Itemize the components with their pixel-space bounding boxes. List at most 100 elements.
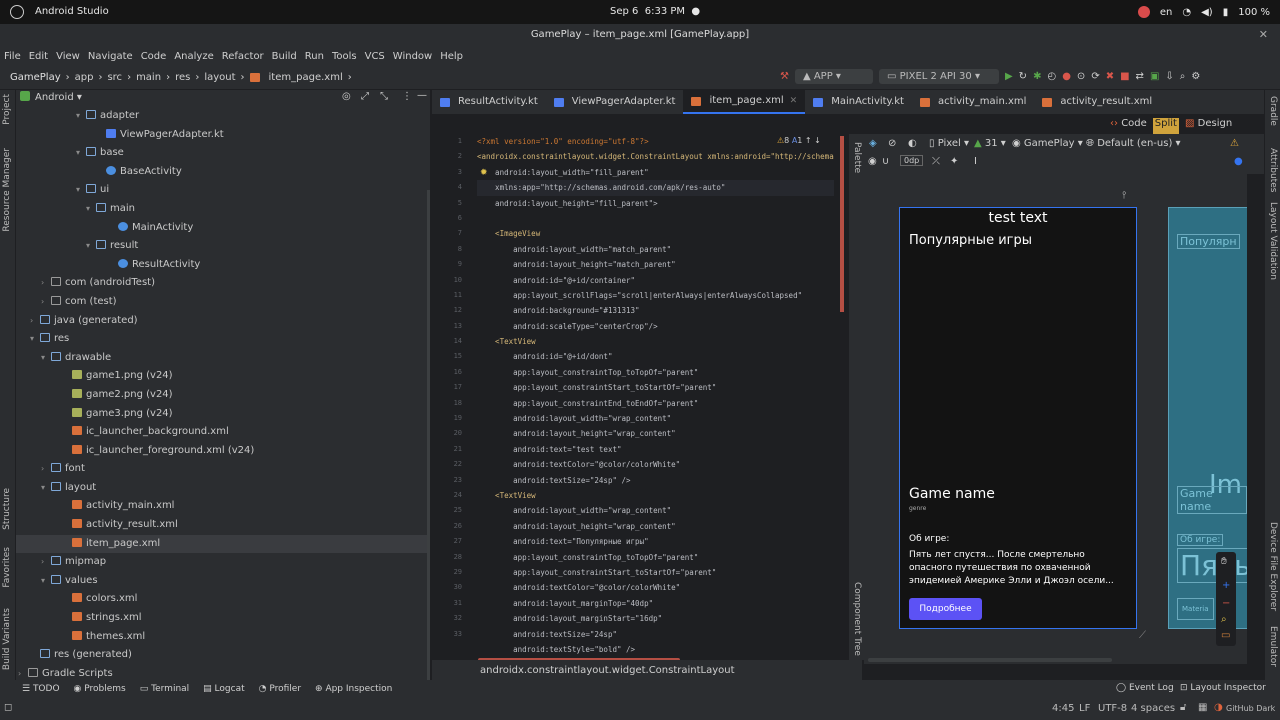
preview-details-button[interactable]: Подробнее: [909, 598, 982, 620]
stop-icon[interactable]: ■: [1120, 71, 1129, 82]
code-line[interactable]: android:layout_height="match_parent": [477, 257, 834, 272]
theme-name[interactable]: GitHub Dark: [1226, 704, 1275, 713]
close-tab-icon[interactable]: ✕: [790, 89, 798, 113]
crumb-app[interactable]: app: [75, 72, 94, 83]
chevron-icon[interactable]: ›: [30, 312, 40, 331]
menu-tools[interactable]: Tools: [332, 51, 357, 62]
menu-refactor[interactable]: Refactor: [222, 51, 264, 62]
tool-attributes[interactable]: Attributes: [1268, 148, 1278, 192]
expand-all-icon[interactable]: ⤢: [361, 91, 369, 102]
code-lines[interactable]: <?xml version="1.0" encoding="utf-8"?> <a…: [477, 134, 834, 657]
code-line[interactable]: android:layout_height="fill_parent">: [477, 196, 834, 211]
status-icon[interactable]: ◻: [4, 702, 12, 713]
crumb-file[interactable]: item_page.xml: [269, 72, 343, 83]
hammer-icon[interactable]: ⚒: [780, 71, 789, 82]
info-icon[interactable]: ●: [1234, 156, 1243, 167]
chevron-icon[interactable]: ▾: [86, 200, 96, 219]
menu-vcs[interactable]: VCS: [365, 51, 385, 62]
preview-game-name[interactable]: Game name: [909, 486, 995, 502]
code-line[interactable]: android:layout_height="wrap_content": [477, 426, 834, 441]
tree-item[interactable]: ▾ base: [16, 144, 430, 163]
tree-item[interactable]: ▾ ui: [16, 181, 430, 200]
tool-layout-validation[interactable]: Layout Validation: [1268, 202, 1278, 280]
magnet-icon[interactable]: ∪: [882, 156, 889, 167]
tool-logcat[interactable]: ▤ Logcat: [203, 684, 244, 694]
line-separator[interactable]: LF: [1079, 703, 1090, 714]
tool-emulator[interactable]: Emulator: [1268, 626, 1278, 667]
split-mode-button[interactable]: Split: [1152, 118, 1179, 134]
chevron-icon[interactable]: ▾: [41, 572, 51, 591]
menu-code[interactable]: Code: [141, 51, 167, 62]
tree-item[interactable]: game1.png (v24): [16, 367, 430, 386]
preview-about-label[interactable]: Об игре:: [909, 534, 949, 544]
chevron-icon[interactable]: ▾: [76, 107, 86, 126]
chevron-icon[interactable]: ▾: [41, 349, 51, 368]
tool-problems[interactable]: ◉ Problems: [74, 684, 126, 694]
code-line[interactable]: android:layout_width="wrap_content": [477, 503, 834, 518]
preview-test-text[interactable]: test text: [900, 210, 1136, 226]
device-dropdown[interactable]: ▭ PIXEL 2 API 30 ▾: [878, 69, 999, 84]
tree-item[interactable]: ▾ drawable: [16, 349, 430, 368]
tree-item[interactable]: ▾ layout: [16, 479, 430, 498]
menu-analyze[interactable]: Analyze: [174, 51, 213, 62]
editor-tab[interactable]: ViewPagerAdapter.kt: [546, 90, 684, 114]
inspection-widget[interactable]: ⚠8 A1 ↑ ↓: [777, 136, 821, 145]
design-h-scrollbar[interactable]: [868, 658, 1112, 662]
phone-preview[interactable]: test text Популярные игры Game name genr…: [899, 207, 1137, 629]
chevron-icon[interactable]: ▾: [41, 479, 51, 498]
code-line[interactable]: android:layout_height="wrap_content": [477, 519, 834, 534]
resize-handle-icon[interactable]: ⟋: [1139, 630, 1146, 641]
profile-icon[interactable]: ◴: [1047, 71, 1056, 82]
zoom-out-icon[interactable]: −: [1222, 598, 1230, 609]
device-selector[interactable]: ▯ Pixel ▾: [929, 138, 969, 149]
tree-item[interactable]: themes.xml: [16, 628, 430, 647]
code-line[interactable]: <TextView: [477, 488, 834, 503]
tree-item[interactable]: ResultActivity: [16, 256, 430, 275]
memory-icon[interactable]: ▦: [1198, 702, 1207, 713]
code-line[interactable]: [477, 211, 834, 226]
hide-icon[interactable]: —: [417, 90, 427, 101]
menu-edit[interactable]: Edit: [29, 51, 48, 62]
guidelines-icon[interactable]: I: [974, 156, 977, 167]
theme-selector[interactable]: ◉ GamePlay ▾: [1012, 138, 1083, 149]
code-line[interactable]: android:scaleType="centerCrop"/>: [477, 319, 834, 334]
code-line[interactable]: android:layout_marginStart="16dp": [477, 611, 834, 626]
menu-view[interactable]: View: [56, 51, 80, 62]
chevron-icon[interactable]: ›: [41, 460, 51, 479]
code-line[interactable]: app:layout_constraintStart_toStartOf="pa…: [477, 565, 834, 580]
app-name[interactable]: Android Studio: [35, 6, 109, 17]
tool-profiler[interactable]: ◔ Profiler: [259, 684, 301, 694]
api-selector[interactable]: ▲ 31 ▾: [974, 138, 1006, 149]
code-mode-button[interactable]: ‹› Code: [1110, 118, 1147, 134]
chevron-icon[interactable]: ▾: [76, 181, 86, 200]
code-line[interactable]: app:layout_constraintTop_toTopOf="parent…: [477, 365, 834, 380]
design-surface[interactable]: ⫯ test text Популярные игры Game name ge…: [864, 174, 1247, 664]
sync-icon[interactable]: ⇄: [1136, 71, 1144, 82]
attach-icon[interactable]: ⊙: [1077, 71, 1085, 82]
apply-changes-icon[interactable]: ⟳: [1091, 71, 1099, 82]
code-line[interactable]: xmlns:app="http://schemas.android.com/ap…: [477, 180, 834, 196]
code-line[interactable]: android:text="test text": [477, 442, 834, 457]
tool-favorites[interactable]: Favorites: [2, 547, 12, 588]
battery-icon[interactable]: ▮: [1223, 7, 1229, 18]
menu-build[interactable]: Build: [272, 51, 297, 62]
tree-item[interactable]: ▾ main: [16, 200, 430, 219]
tree-item[interactable]: colors.xml: [16, 590, 430, 609]
tree-item[interactable]: › com (androidTest): [16, 274, 430, 293]
tool-project[interactable]: Project: [2, 94, 12, 125]
caret-position[interactable]: 4:45: [1052, 703, 1074, 714]
code-line[interactable]: <ImageView: [477, 226, 834, 241]
tree-item[interactable]: › mipmap: [16, 553, 430, 572]
eye-icon[interactable]: ◉: [868, 156, 877, 167]
tree-item[interactable]: ic_launcher_foreground.xml (v24): [16, 442, 430, 461]
code-line[interactable]: app:layout_constraintEnd_toEndOf="parent…: [477, 396, 834, 411]
code-line[interactable]: <androidx.constraintlayout.widget.Constr…: [477, 149, 834, 164]
menu-navigate[interactable]: Navigate: [88, 51, 133, 62]
editor-tab[interactable]: ResultActivity.kt: [432, 90, 546, 114]
sdk-manager-icon[interactable]: ⇩: [1165, 71, 1173, 82]
theme-icon[interactable]: ◑: [1214, 702, 1223, 713]
tree-item[interactable]: ic_launcher_background.xml: [16, 423, 430, 442]
collapse-all-icon[interactable]: ⤡: [380, 91, 388, 102]
preview-genre[interactable]: genre: [909, 505, 926, 512]
zoom-fit-icon[interactable]: ⌕: [1221, 614, 1227, 625]
